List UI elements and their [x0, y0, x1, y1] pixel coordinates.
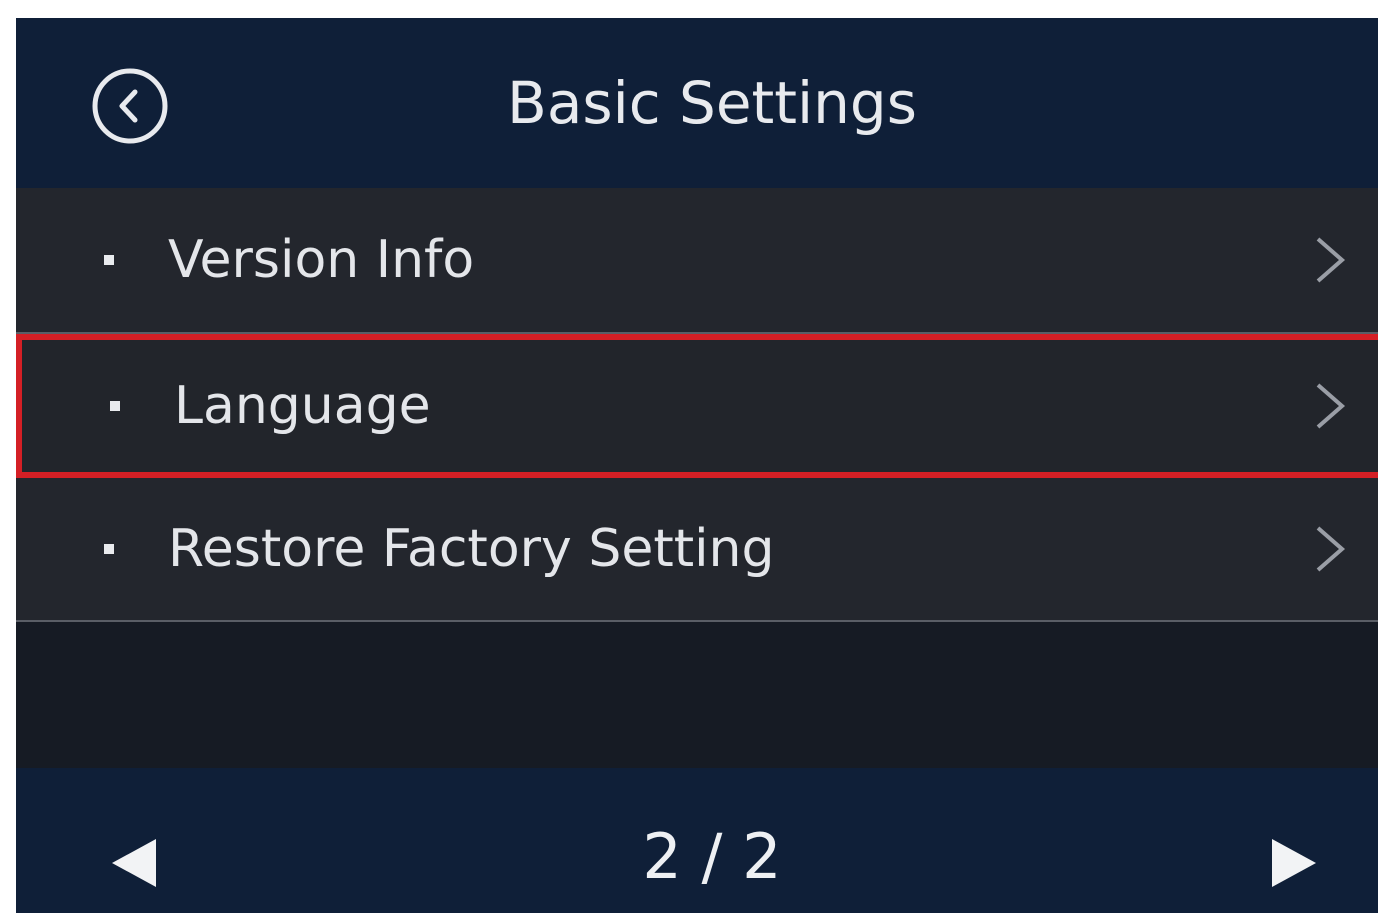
bullet-icon	[104, 544, 114, 554]
chevron-right-icon	[1312, 233, 1348, 287]
bullet-icon	[110, 401, 120, 411]
menu-item-label: Restore Factory Setting	[168, 519, 775, 579]
circle-chevron-left-icon	[92, 68, 168, 144]
menu-item-language[interactable]: Language	[16, 334, 1378, 478]
pager-bar: 2 / 2	[16, 768, 1378, 913]
chevron-right-icon	[1312, 379, 1348, 433]
back-button[interactable]	[90, 66, 170, 146]
menu-item-version-info[interactable]: Version Info	[16, 188, 1378, 334]
header-bar: Basic Settings	[16, 18, 1378, 188]
page-title: Basic Settings	[507, 69, 917, 137]
triangle-right-icon	[1272, 839, 1316, 887]
menu-item-restore-factory-setting[interactable]: Restore Factory Setting	[16, 478, 1378, 622]
next-page-button[interactable]	[1270, 836, 1320, 890]
settings-screen: Basic Settings Version Info Language Res…	[16, 18, 1378, 913]
page-indicator: 2 / 2	[642, 820, 782, 893]
settings-menu: Version Info Language Restore Factory Se…	[16, 188, 1378, 622]
bullet-icon	[104, 255, 114, 265]
chevron-right-icon	[1312, 522, 1348, 576]
menu-item-label: Version Info	[168, 230, 475, 290]
menu-item-label: Language	[174, 376, 431, 436]
